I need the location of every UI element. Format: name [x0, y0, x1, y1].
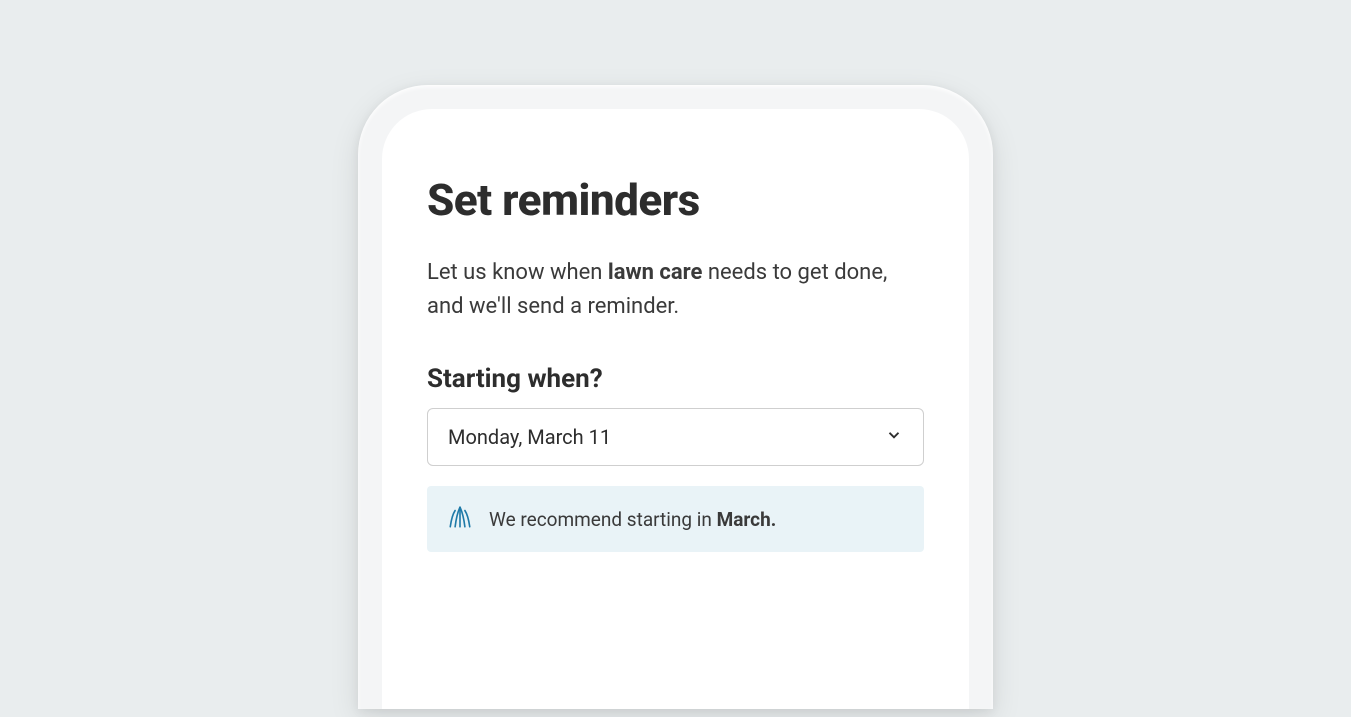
page-title: Set reminders: [427, 174, 924, 226]
tip-prefix: We recommend starting in: [489, 508, 717, 531]
start-date-value: Monday, March 11: [448, 425, 611, 449]
tip-bold: March.: [717, 508, 777, 531]
subtitle-prefix: Let us know when: [427, 260, 608, 285]
device-frame: Set reminders Let us know when lawn care…: [358, 85, 993, 709]
grass-icon: [447, 504, 473, 534]
subtitle-text: Let us know when lawn care needs to get …: [427, 256, 924, 324]
screen-content: Set reminders Let us know when lawn care…: [382, 109, 969, 709]
recommendation-text: We recommend starting in March.: [489, 508, 776, 531]
subtitle-bold: lawn care: [608, 260, 703, 285]
starting-when-label: Starting when?: [427, 364, 924, 394]
recommendation-tip: We recommend starting in March.: [427, 486, 924, 552]
chevron-down-icon: [885, 426, 903, 448]
start-date-select[interactable]: Monday, March 11: [427, 408, 924, 466]
